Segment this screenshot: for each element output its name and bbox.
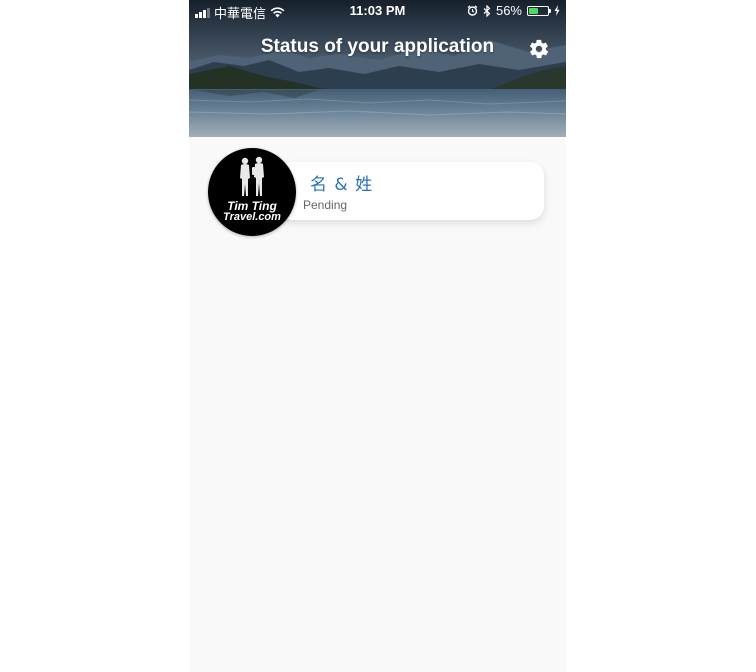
status-bar: 中華電信 11:03 PM 56%	[189, 0, 566, 22]
bluetooth-icon	[483, 4, 491, 17]
alarm-icon	[467, 5, 478, 16]
applicant-name: 名 & 姓	[310, 175, 374, 195]
application-status: Pending	[303, 198, 348, 212]
gear-icon[interactable]	[528, 38, 550, 60]
app-screen: 中華電信 11:03 PM 56% Status of your applica…	[189, 0, 566, 672]
page-title: Status of your application	[260, 36, 495, 57]
application-card[interactable]: 名 & 姓 Pending	[277, 162, 544, 220]
avatar: Tim Ting Travel.com	[208, 148, 296, 236]
logo-text-line2: Travel.com	[223, 211, 281, 223]
battery-percent: 56%	[495, 3, 522, 18]
battery-icon	[527, 5, 551, 16]
charging-icon	[554, 5, 560, 16]
header-banner: 中華電信 11:03 PM 56% Status of your applica…	[189, 0, 566, 137]
